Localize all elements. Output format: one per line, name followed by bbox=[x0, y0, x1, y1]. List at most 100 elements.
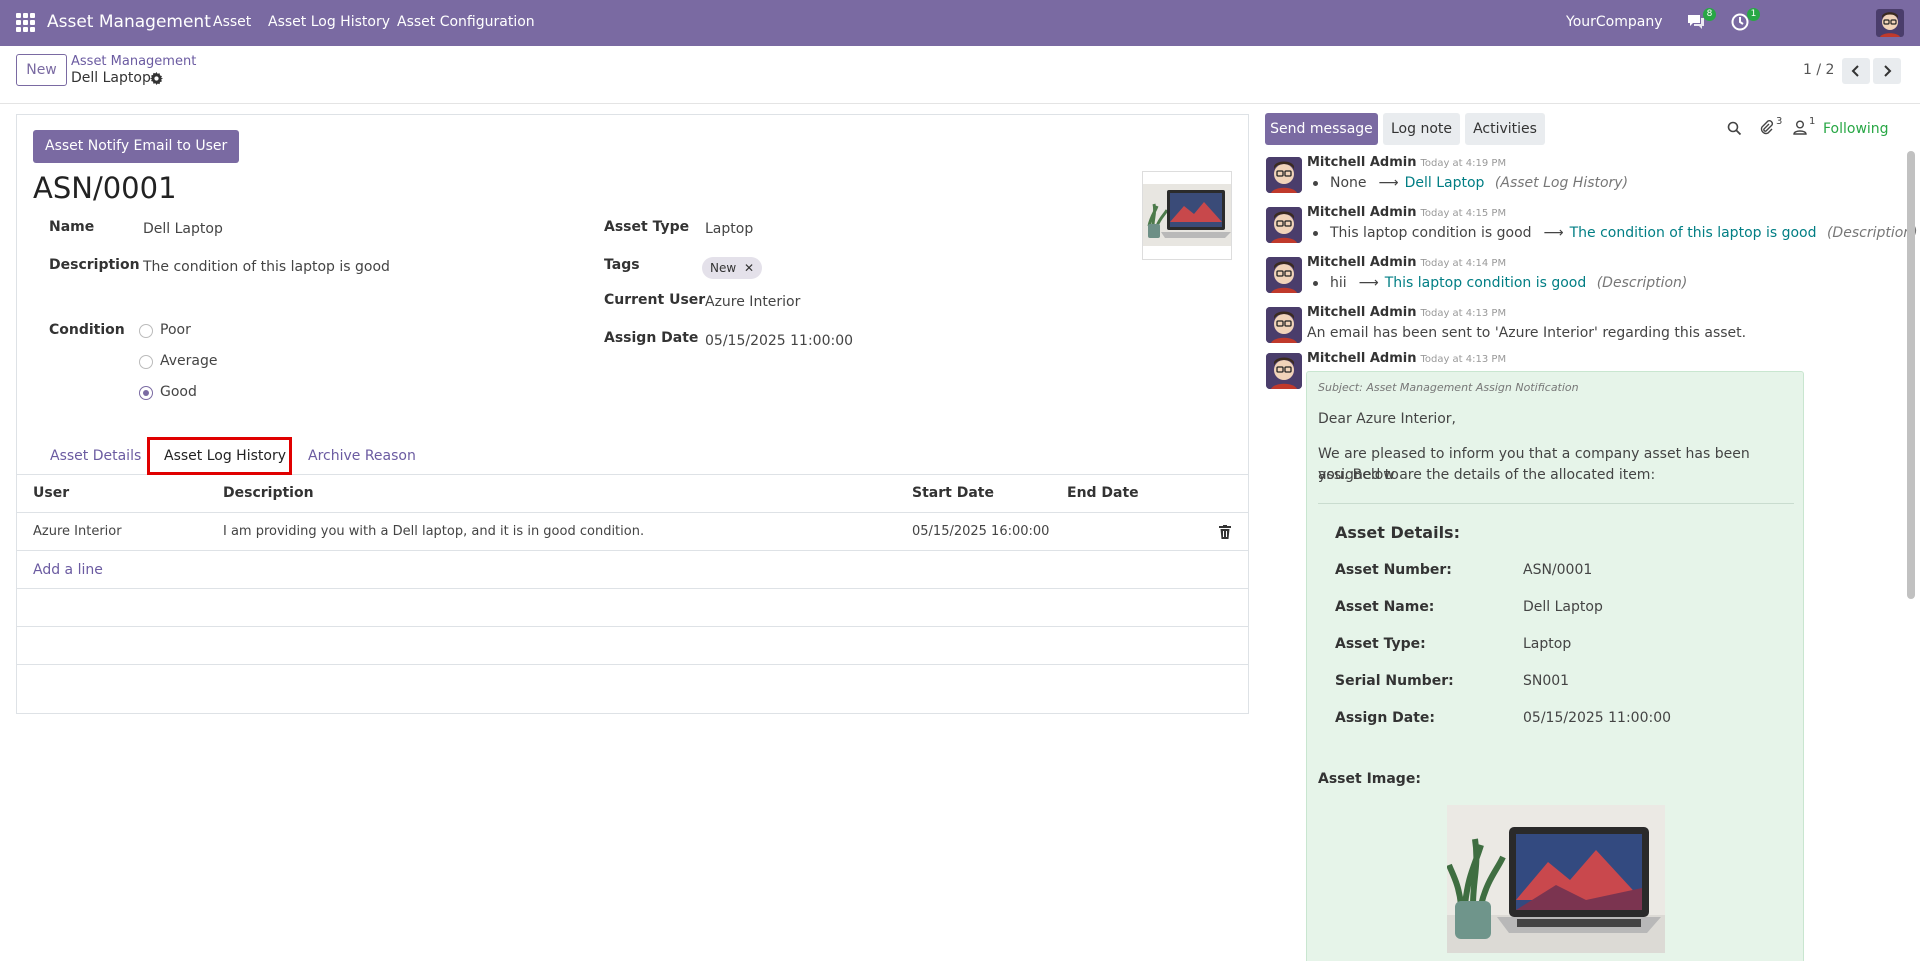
pager-next-button[interactable] bbox=[1873, 58, 1901, 84]
detail-value: SN001 bbox=[1523, 673, 1570, 689]
tracking-old-value: This laptop condition is good bbox=[1330, 225, 1532, 241]
arrow-right-icon: ⟶ bbox=[1358, 275, 1379, 291]
asset-image-label: Asset Image: bbox=[1318, 771, 1421, 787]
detail-value: ASN/0001 bbox=[1523, 562, 1593, 578]
message-author[interactable]: Mitchell Admin Today at 4:15 PM bbox=[1307, 205, 1506, 220]
condition-radio-good[interactable] bbox=[139, 386, 153, 400]
asset-details-heading: Asset Details: bbox=[1335, 523, 1460, 542]
company-switcher[interactable]: YourCompany bbox=[1566, 14, 1663, 30]
message-author[interactable]: Mitchell Admin Today at 4:19 PM bbox=[1307, 155, 1506, 170]
column-end-date[interactable]: End Date bbox=[1067, 485, 1139, 501]
asset-type-field[interactable]: Laptop bbox=[705, 221, 753, 237]
tag-chip[interactable]: New ✕ bbox=[702, 257, 763, 279]
tracking-field: (Description) bbox=[1596, 275, 1688, 291]
divider bbox=[1318, 503, 1794, 504]
breadcrumb-parent[interactable]: Asset Management bbox=[71, 54, 196, 69]
new-button[interactable]: New bbox=[16, 54, 67, 86]
message-time: Today at 4:14 PM bbox=[1420, 258, 1507, 269]
cell-start-date[interactable]: 05/15/2025 16:00:00 bbox=[912, 524, 1049, 539]
name-label: Name bbox=[49, 219, 95, 235]
breadcrumb-current: Dell Laptop bbox=[71, 70, 151, 86]
tab-asset-log-history[interactable]: Asset Log History bbox=[164, 448, 286, 464]
gear-icon[interactable] bbox=[150, 72, 163, 85]
current-user-field[interactable]: Azure Interior bbox=[705, 294, 800, 310]
activities-clock-icon[interactable]: 1 bbox=[1730, 8, 1760, 34]
menu-asset[interactable]: Asset bbox=[213, 14, 251, 30]
tracking-new-value: This laptop condition is good bbox=[1384, 275, 1587, 291]
tags-label: Tags bbox=[604, 257, 640, 273]
column-user[interactable]: User bbox=[33, 485, 69, 501]
column-start-date[interactable]: Start Date bbox=[912, 485, 994, 501]
email-greeting: Dear Azure Interior, bbox=[1318, 411, 1457, 427]
cell-description[interactable]: I am providing you with a Dell laptop, a… bbox=[223, 524, 644, 539]
message-author[interactable]: Mitchell Admin Today at 4:14 PM bbox=[1307, 255, 1506, 270]
author-name[interactable]: Mitchell Admin bbox=[1307, 205, 1416, 220]
email-message-body: Subject: Asset Management Assign Notific… bbox=[1306, 371, 1804, 961]
tracking-line: None ⟶ Dell Laptop (Asset Log History) bbox=[1313, 175, 1628, 191]
avatar bbox=[1266, 207, 1302, 243]
messages-icon[interactable]: 8 bbox=[1686, 8, 1716, 34]
paperclip-icon[interactable] bbox=[1758, 119, 1774, 139]
email-subject: Subject: Asset Management Assign Notific… bbox=[1318, 381, 1579, 394]
author-name[interactable]: Mitchell Admin bbox=[1307, 155, 1416, 170]
attachments-count: 3 bbox=[1776, 116, 1783, 127]
tracking-new-value: The condition of this laptop is good bbox=[1569, 225, 1817, 241]
message-time: Today at 4:13 PM bbox=[1420, 354, 1507, 365]
table-row[interactable]: Azure Interior I am providing you with a… bbox=[17, 513, 1248, 551]
user-avatar[interactable] bbox=[1876, 9, 1904, 37]
condition-radio-average[interactable] bbox=[139, 355, 153, 369]
chatter-topbar: Send message Log note Activities bbox=[1263, 111, 1920, 151]
current-user-label: Current User bbox=[604, 292, 706, 308]
top-navbar: Asset Management Asset Asset Log History… bbox=[0, 0, 1920, 46]
log-note-button[interactable]: Log note bbox=[1383, 113, 1460, 145]
menu-asset-log-history[interactable]: Asset Log History bbox=[268, 14, 390, 30]
avatar bbox=[1266, 257, 1302, 293]
tag-remove-icon[interactable]: ✕ bbox=[744, 261, 754, 275]
delete-row-trash-icon[interactable] bbox=[1219, 525, 1231, 539]
detail-key: Asset Number: bbox=[1335, 562, 1452, 578]
menu-asset-configuration[interactable]: Asset Configuration bbox=[397, 14, 535, 30]
message-author[interactable]: Mitchell Admin Today at 4:13 PM bbox=[1307, 305, 1506, 320]
activities-button[interactable]: Activities bbox=[1465, 113, 1545, 145]
avatar bbox=[1266, 157, 1302, 193]
cell-user[interactable]: Azure Interior bbox=[33, 524, 122, 539]
author-name[interactable]: Mitchell Admin bbox=[1307, 351, 1416, 366]
description-field[interactable]: The condition of this laptop is good bbox=[143, 259, 390, 275]
detail-value: Dell Laptop bbox=[1523, 599, 1603, 615]
add-a-line-link[interactable]: Add a line bbox=[33, 562, 103, 578]
table-header: User Description Start Date End Date bbox=[17, 475, 1248, 513]
author-name[interactable]: Mitchell Admin bbox=[1307, 255, 1416, 270]
apps-grid-icon[interactable] bbox=[16, 13, 36, 33]
condition-option-good: Good bbox=[160, 384, 197, 400]
tab-archive-reason[interactable]: Archive Reason bbox=[308, 448, 416, 464]
tracking-field: (Description) bbox=[1826, 225, 1918, 241]
detail-key: Assign Date: bbox=[1335, 710, 1436, 726]
author-name[interactable]: Mitchell Admin bbox=[1307, 305, 1416, 320]
assign-date-label: Assign Date bbox=[604, 330, 699, 346]
followers-count: 1 bbox=[1809, 116, 1816, 127]
avatar bbox=[1266, 307, 1302, 343]
asset-notify-email-button[interactable]: Asset Notify Email to User bbox=[33, 130, 240, 163]
arrow-right-icon: ⟶ bbox=[1543, 225, 1564, 241]
pager-value[interactable]: 1 / 2 bbox=[1803, 62, 1834, 78]
detail-key: Asset Name: bbox=[1335, 599, 1435, 615]
following-button[interactable]: Following bbox=[1823, 121, 1889, 137]
asset-image-field[interactable] bbox=[1142, 171, 1232, 260]
message-time: Today at 4:15 PM bbox=[1420, 208, 1507, 219]
detail-value: 05/15/2025 11:00:00 bbox=[1523, 710, 1672, 726]
app-brand[interactable]: Asset Management bbox=[47, 12, 211, 32]
tab-asset-details[interactable]: Asset Details bbox=[50, 448, 141, 464]
assign-date-field[interactable]: 05/15/2025 11:00:00 bbox=[705, 333, 853, 349]
name-field[interactable]: Dell Laptop bbox=[143, 221, 223, 237]
column-description[interactable]: Description bbox=[223, 485, 314, 501]
pager-previous-button[interactable] bbox=[1842, 58, 1870, 84]
message-author[interactable]: Mitchell Admin Today at 4:13 PM bbox=[1307, 351, 1506, 366]
followers-user-icon[interactable] bbox=[1793, 120, 1807, 139]
send-message-button[interactable]: Send message bbox=[1265, 113, 1378, 145]
detail-value: Laptop bbox=[1523, 636, 1572, 652]
message-time: Today at 4:19 PM bbox=[1420, 158, 1507, 169]
search-icon[interactable] bbox=[1727, 121, 1742, 140]
message-body: An email has been sent to 'Azure Interio… bbox=[1307, 325, 1747, 341]
condition-radio-poor[interactable] bbox=[139, 324, 153, 338]
chatter-scrollbar[interactable] bbox=[1907, 151, 1915, 599]
